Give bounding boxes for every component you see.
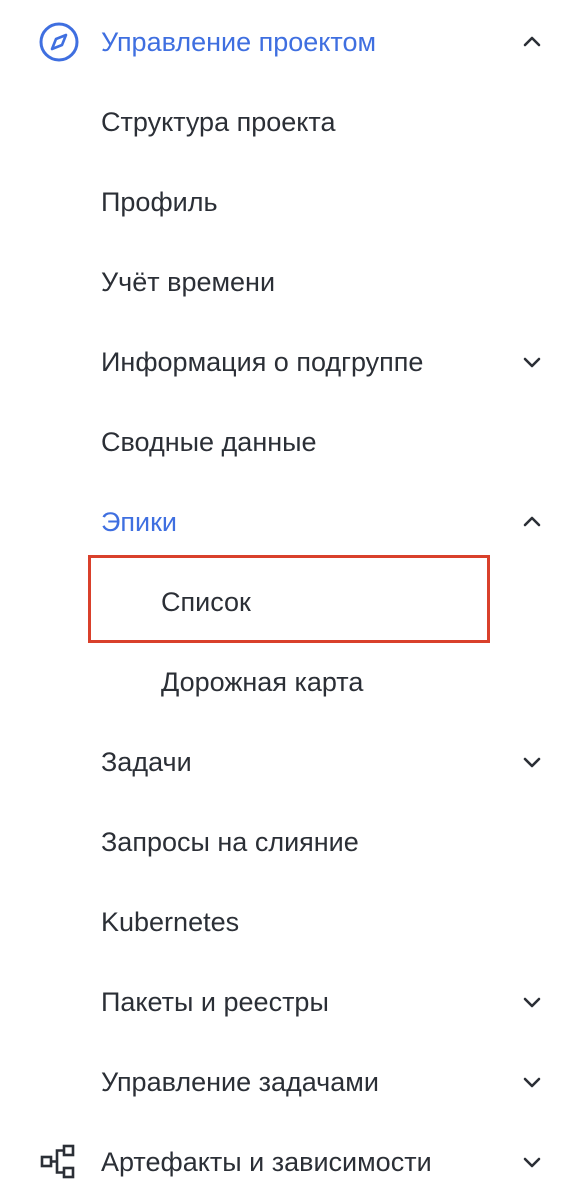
nav-item-label: Эпики [101,507,178,537]
compass-icon [38,21,80,63]
project-sidebar-nav: Управление проектом Структура проекта Пр… [0,0,566,1192]
nav-item-label: Задачи [101,747,192,777]
chevron-up-icon[interactable] [520,30,544,54]
nav-section-label: Управление проектом [101,27,377,57]
nav-item-label: Kubernetes [101,907,240,937]
nav-item-label: Управление задачами [101,1067,379,1097]
nav-item-label: Профиль [101,187,218,217]
chevron-down-icon[interactable] [520,750,544,774]
nav-item-label: Пакеты и реестры [101,987,329,1017]
chevron-down-icon[interactable] [520,990,544,1014]
chevron-down-icon[interactable] [520,1070,544,1094]
nav-item-epics[interactable]: Эпики [0,482,566,562]
nav-item-project-structure[interactable]: Структура проекта [0,82,566,162]
nav-item-label: Информация о подгруппе [101,347,424,377]
nav-item-profile[interactable]: Профиль [0,162,566,242]
nav-item-label: Учёт времени [101,267,276,297]
nav-item-subgroup-info[interactable]: Информация о подгруппе [0,322,566,402]
nav-item-label: Структура проекта [101,107,336,137]
nav-item-issue-management[interactable]: Управление задачами [0,1042,566,1122]
chevron-down-icon[interactable] [520,1150,544,1174]
nav-section-project-management[interactable]: Управление проектом [0,2,566,82]
nav-item-time-tracking[interactable]: Учёт времени [0,242,566,322]
nav-section-label: Артефакты и зависимости [101,1147,432,1177]
chevron-up-icon[interactable] [520,510,544,534]
chevron-down-icon[interactable] [520,350,544,374]
nav-item-label: Сводные данные [101,427,317,457]
nav-item-kubernetes[interactable]: Kubernetes [0,882,566,962]
nav-item-label: Дорожная карта [161,667,364,697]
nav-item-label: Запросы на слияние [101,827,359,857]
nav-item-merge-requests[interactable]: Запросы на слияние [0,802,566,882]
nav-subitem-epics-roadmap[interactable]: Дорожная карта [0,642,566,722]
nav-item-summary-data[interactable]: Сводные данные [0,402,566,482]
nav-subitem-epics-list[interactable]: Список [0,562,566,642]
nav-item-label: Список [161,587,251,617]
nav-section-artifacts-dependencies[interactable]: Артефакты и зависимости [0,1122,566,1202]
nav-item-packages-registries[interactable]: Пакеты и реестры [0,962,566,1042]
dependencies-icon [38,1141,80,1183]
nav-item-tasks[interactable]: Задачи [0,722,566,802]
